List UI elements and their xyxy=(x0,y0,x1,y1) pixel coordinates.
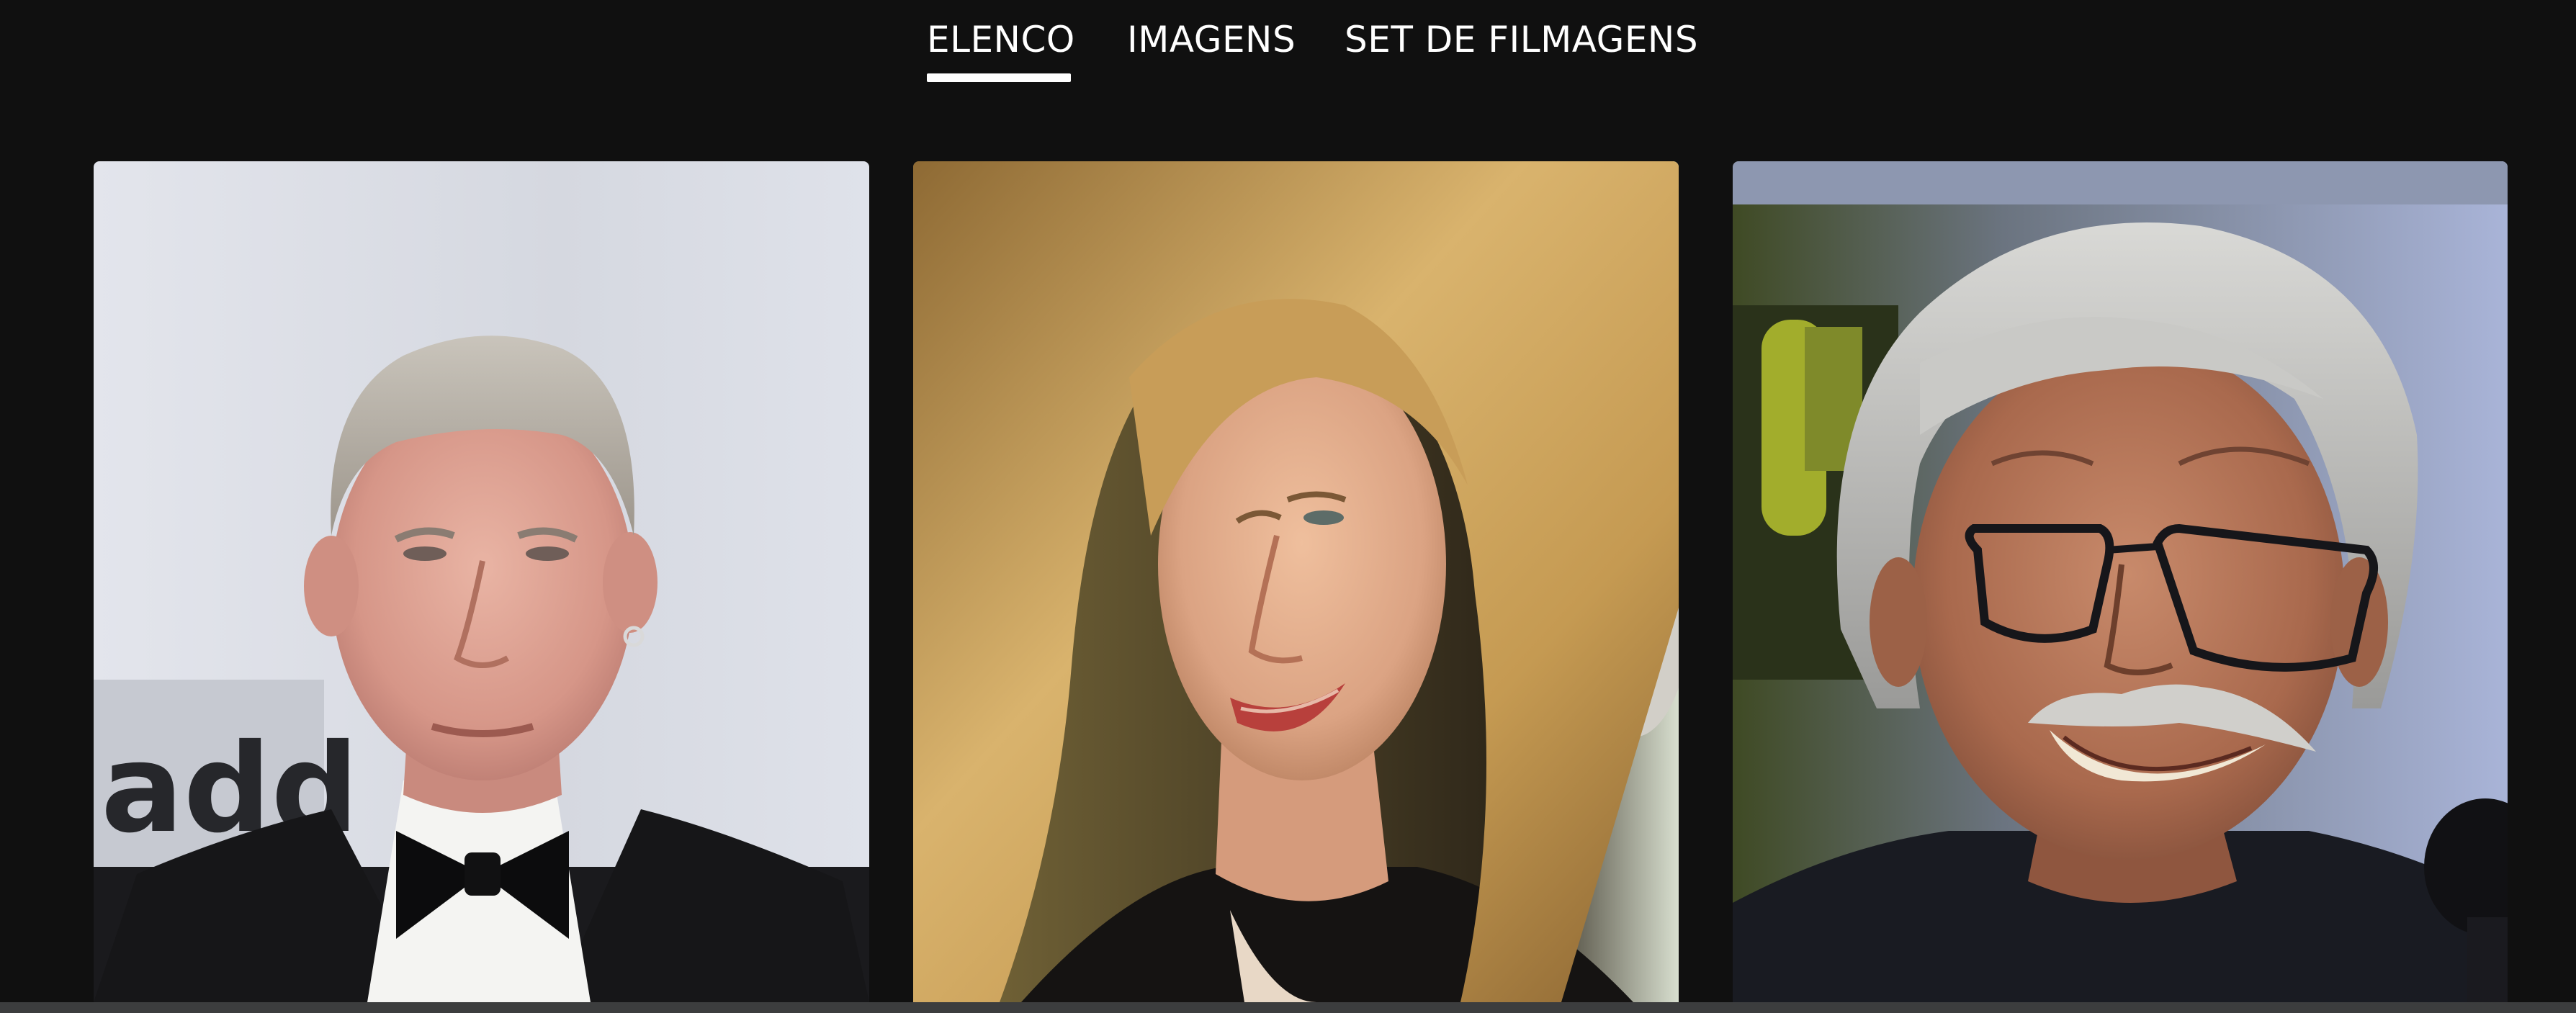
tab-elenco[interactable]: ELENCO xyxy=(927,16,1075,63)
cast-card[interactable] xyxy=(1733,161,2508,1002)
cast-photo xyxy=(1733,161,2508,1002)
bottom-scrollbar[interactable] xyxy=(0,1002,2576,1013)
cast-card[interactable]: add xyxy=(94,161,869,1002)
active-tab-indicator xyxy=(927,73,1071,82)
tab-imagens[interactable]: IMAGENS xyxy=(1127,16,1296,63)
section-tabs: ELENCO IMAGENS SET DE FILMAGENS xyxy=(0,0,2576,86)
cast-photo: add xyxy=(94,161,869,1002)
cast-card[interactable] xyxy=(913,161,1679,1002)
tab-set-de-filmagens[interactable]: SET DE FILMAGENS xyxy=(1345,16,1698,63)
cast-photo xyxy=(913,161,1679,1002)
